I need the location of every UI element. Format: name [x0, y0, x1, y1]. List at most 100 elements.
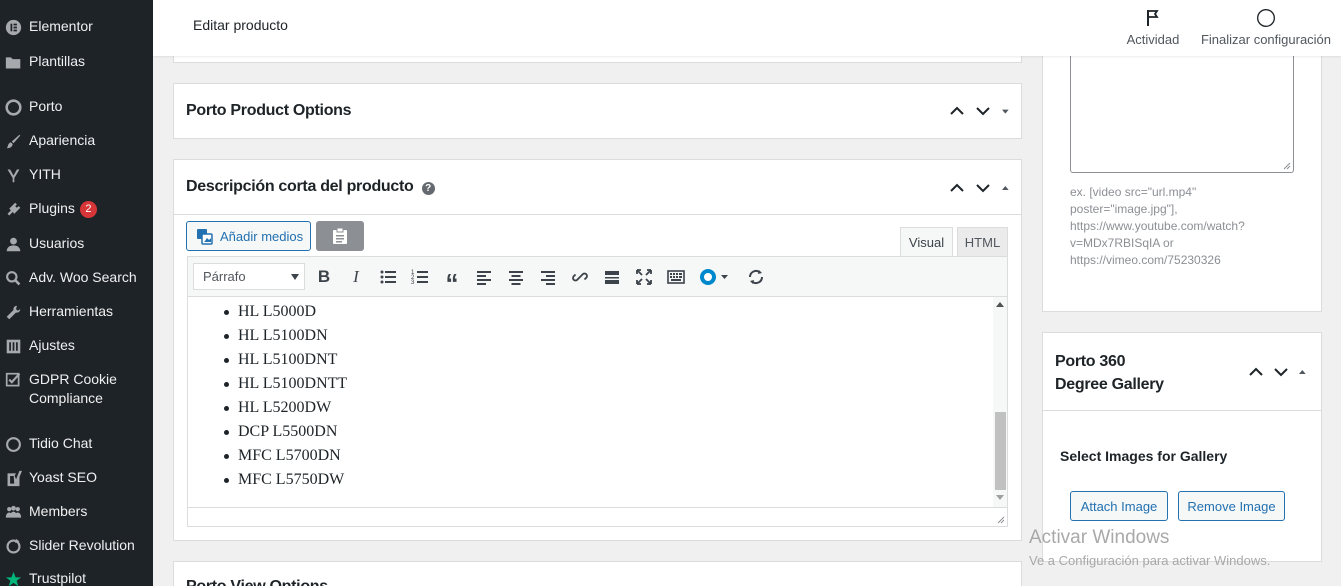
finish-setup-button[interactable]: Finalizar configuración	[1199, 8, 1333, 47]
scroll-up-arrow[interactable]	[996, 302, 1004, 307]
list-item: MFC L5700DN	[223, 444, 347, 468]
sidebar-item-trustpilot[interactable]: Trustpilot	[0, 569, 153, 586]
settings-icon	[3, 336, 23, 356]
chat-icon	[3, 434, 23, 454]
attach-image-button[interactable]: Attach Image	[1070, 491, 1168, 521]
sidebar-item-label: Tidio Chat	[29, 435, 93, 451]
clipboard-button[interactable]	[316, 221, 364, 251]
windows-activation-watermark: Activar Windows Ve a Configuración para …	[1029, 527, 1270, 568]
sidebar-item-label: Usuarios	[29, 235, 85, 251]
bold-icon[interactable]: B	[313, 266, 335, 288]
sidebar-item-elementor[interactable]: Elementor	[0, 17, 153, 37]
editor-toolbar: Párrafo B I 123 “	[187, 256, 1008, 298]
move-down-icon[interactable]	[974, 102, 992, 120]
resize-handle-icon[interactable]	[1282, 161, 1291, 170]
help-icon[interactable]: ?	[421, 182, 435, 195]
scroll-thumb[interactable]	[995, 412, 1006, 490]
star-icon	[3, 569, 23, 586]
numbered-list-icon[interactable]: 123	[409, 266, 431, 288]
move-up-icon[interactable]	[1247, 363, 1265, 381]
sidebar-item-label: Slider Revolution	[29, 537, 135, 553]
model-list: HL L5000D HL L5100DN HL L5100DNT HL L510…	[223, 300, 347, 492]
editor-content[interactable]: HL L5000D HL L5100DN HL L5100DNT HL L510…	[187, 297, 993, 507]
video-textarea[interactable]	[1070, 56, 1294, 173]
move-down-icon[interactable]	[974, 179, 992, 197]
clipboard-icon	[333, 227, 347, 244]
sidebar-item-usuarios[interactable]: Usuarios	[0, 234, 153, 254]
editor-scrollbar[interactable]	[993, 297, 1008, 507]
sidebar-item-label: YITH	[29, 166, 61, 182]
italic-icon[interactable]: I	[345, 266, 367, 288]
sidebar-item-label: GDPR Cookie Compliance	[29, 371, 117, 406]
scroll-down-arrow[interactable]	[996, 495, 1004, 500]
align-left-icon[interactable]	[473, 266, 495, 288]
sidebar-item-label: Herramientas	[29, 303, 114, 319]
move-up-icon[interactable]	[948, 179, 966, 197]
porto-view-options-panel: Porto View Options	[173, 561, 1022, 586]
refresh-icon[interactable]	[745, 266, 767, 288]
sidebar-item-label: Members	[29, 503, 88, 519]
panel-title-line1: Porto 360	[1055, 353, 1126, 370]
sidebar-item-yith[interactable]: YITH	[0, 165, 153, 185]
sidebar-item-gdpr[interactable]: GDPR Cookie Compliance	[0, 370, 153, 408]
yoast-icon	[3, 468, 23, 488]
panel-divider	[1043, 410, 1321, 411]
move-down-icon[interactable]	[1272, 363, 1290, 381]
sidebar-item-plugins[interactable]: Plugins 2	[0, 199, 153, 219]
panel-title-line2: Degree Gallery	[1055, 376, 1164, 393]
blockquote-icon[interactable]: “	[441, 266, 463, 298]
user-icon	[3, 234, 23, 254]
paintbrush-icon	[3, 131, 23, 151]
sidebar-item-adv-woo-search[interactable]: Adv. Woo Search	[0, 268, 153, 288]
toggle-panel-icon[interactable]	[1000, 179, 1012, 197]
fullscreen-icon[interactable]	[633, 266, 655, 288]
align-center-icon[interactable]	[505, 266, 527, 288]
align-right-icon[interactable]	[537, 266, 559, 288]
move-up-icon[interactable]	[948, 102, 966, 120]
sidebar-item-label: Apariencia	[29, 132, 96, 148]
sidebar-item-tidio[interactable]: Tidio Chat	[0, 434, 153, 454]
toggle-panel-icon[interactable]	[1297, 363, 1309, 381]
watermark-line1: Activar Windows	[1029, 527, 1170, 548]
sidebar-item-label: Elementor	[29, 18, 93, 34]
sidebar-item-label: Adv. Woo Search	[29, 269, 137, 285]
sidebar-item-label: Plugins	[29, 200, 75, 216]
tab-html[interactable]: HTML	[957, 227, 1008, 256]
sidebar-item-members[interactable]: Members	[0, 502, 153, 522]
panel-divider	[174, 214, 1021, 215]
wrench-icon	[3, 302, 23, 322]
activity-button[interactable]: Actividad	[1118, 8, 1188, 47]
porto-icon	[3, 97, 23, 117]
finish-setup-label: Finalizar configuración	[1200, 32, 1332, 47]
list-item: HL L5200DW	[223, 396, 347, 420]
refresh-icon	[3, 536, 23, 556]
top-bar: Editar producto Actividad Finalizar conf…	[153, 0, 1341, 56]
panel-title: Descripción corta del producto	[186, 178, 414, 195]
sidebar-item-label: Yoast SEO	[29, 469, 97, 485]
sidebar-item-ajustes[interactable]: Ajustes	[0, 336, 153, 356]
bullet-list-icon[interactable]	[377, 266, 399, 288]
sidebar-item-slider-revolution[interactable]: Slider Revolution	[0, 536, 153, 556]
sidebar-item-herramientas[interactable]: Herramientas	[0, 302, 153, 322]
remove-image-button[interactable]: Remove Image	[1178, 491, 1285, 521]
video-hint: ex. [video src="url.mp4" poster="image.j…	[1070, 185, 1245, 267]
toggle-panel-icon[interactable]	[1000, 102, 1012, 120]
sidebar-item-apariencia[interactable]: Apariencia	[0, 131, 153, 151]
tab-visual[interactable]: Visual	[900, 227, 953, 256]
sidebar-item-yoast[interactable]: Yoast SEO	[0, 468, 153, 488]
keyboard-icon[interactable]	[665, 266, 687, 288]
list-item: HL L5100DNT	[223, 348, 347, 372]
porto-shortcode-icon[interactable]	[697, 266, 731, 288]
format-select[interactable]: Párrafo	[193, 263, 305, 290]
sidebar-item-plantillas[interactable]: Plantillas	[0, 52, 153, 72]
read-more-icon[interactable]	[601, 266, 623, 288]
add-media-button[interactable]: Añadir medios	[186, 221, 311, 251]
link-icon[interactable]	[569, 266, 591, 288]
resize-handle-icon[interactable]	[996, 515, 1005, 524]
sidebar-item-porto[interactable]: Porto	[0, 97, 153, 117]
svg-text:3: 3	[411, 280, 415, 286]
porto-product-options-panel: Porto Product Options	[173, 83, 1022, 139]
list-item: MFC L5750DW	[223, 468, 347, 492]
add-media-label: Añadir medios	[220, 228, 304, 244]
sidebar-item-label: Trustpilot	[29, 570, 87, 586]
